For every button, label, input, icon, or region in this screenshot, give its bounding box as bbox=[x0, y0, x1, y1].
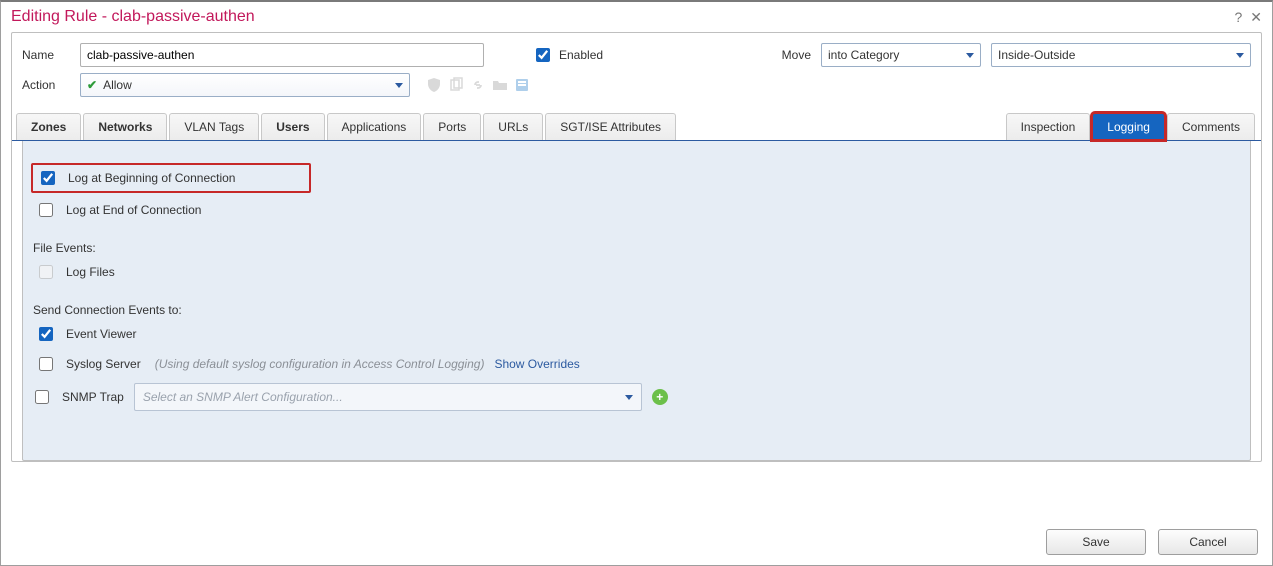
link-icon bbox=[470, 77, 486, 93]
show-overrides-link[interactable]: Show Overrides bbox=[494, 357, 579, 371]
tab-comments[interactable]: Comments bbox=[1167, 113, 1255, 140]
move-label: Move bbox=[782, 48, 811, 62]
close-icon[interactable]: ✕ bbox=[1250, 9, 1262, 26]
tab-urls[interactable]: URLs bbox=[483, 113, 543, 140]
cancel-button[interactable]: Cancel bbox=[1158, 529, 1258, 555]
tab-sgt-ise-attributes[interactable]: SGT/ISE Attributes bbox=[545, 113, 676, 140]
chevron-down-icon bbox=[966, 53, 974, 58]
log-files-row: Log Files bbox=[31, 259, 1242, 285]
chevron-down-icon bbox=[395, 83, 403, 88]
log-end-label: Log at End of Connection bbox=[66, 203, 201, 217]
move-position-value: Inside-Outside bbox=[998, 48, 1075, 62]
tab-applications[interactable]: Applications bbox=[327, 113, 422, 140]
add-snmp-icon[interactable]: + bbox=[652, 389, 668, 405]
form-area: Name Enabled Move into Category Inside-O… bbox=[11, 32, 1262, 462]
event-viewer-row: Event Viewer bbox=[31, 321, 1242, 347]
tab-logging[interactable]: Logging bbox=[1092, 113, 1165, 140]
snmp-checkbox[interactable] bbox=[35, 390, 49, 404]
tab-vlan-tags[interactable]: VLAN Tags bbox=[169, 113, 259, 140]
log-begin-label: Log at Beginning of Connection bbox=[68, 171, 235, 185]
log-files-label: Log Files bbox=[66, 265, 115, 279]
tabs: ZonesNetworksVLAN TagsUsersApplicationsP… bbox=[12, 113, 1261, 141]
action-tool-icons bbox=[426, 77, 530, 93]
tab-networks[interactable]: Networks bbox=[83, 113, 167, 140]
chevron-down-icon bbox=[1236, 53, 1244, 58]
chevron-down-icon bbox=[625, 395, 633, 400]
footer: Save Cancel bbox=[1046, 529, 1258, 555]
event-viewer-label: Event Viewer bbox=[66, 327, 136, 341]
send-events-header: Send Connection Events to: bbox=[33, 303, 1242, 317]
snmp-row: SNMP Trap Select an SNMP Alert Configura… bbox=[31, 383, 1242, 411]
log-begin-checkbox[interactable] bbox=[41, 171, 55, 185]
tab-inspection[interactable]: Inspection bbox=[1006, 113, 1091, 140]
log-files-checkbox bbox=[39, 265, 53, 279]
log-end-row: Log at End of Connection bbox=[31, 197, 1242, 223]
help-icon[interactable]: ? bbox=[1234, 9, 1242, 25]
move-category-select[interactable]: into Category bbox=[821, 43, 981, 67]
syslog-note: (Using default syslog configuration in A… bbox=[155, 357, 485, 371]
copy-icon bbox=[448, 77, 464, 93]
save-button[interactable]: Save bbox=[1046, 529, 1146, 555]
action-value: Allow bbox=[103, 78, 132, 92]
dialog-title: Editing Rule - clab-passive-authen bbox=[11, 8, 255, 26]
enabled-label: Enabled bbox=[559, 48, 603, 62]
tab-users[interactable]: Users bbox=[261, 113, 324, 140]
snmp-placeholder: Select an SNMP Alert Configuration... bbox=[143, 390, 343, 404]
file-events-header: File Events: bbox=[33, 241, 1242, 255]
syslog-checkbox[interactable] bbox=[39, 357, 53, 371]
log-begin-row: Log at Beginning of Connection bbox=[31, 163, 311, 193]
syslog-row: Syslog Server (Using default syslog conf… bbox=[31, 351, 1242, 377]
tab-ports[interactable]: Ports bbox=[423, 113, 481, 140]
action-label: Action bbox=[22, 78, 72, 92]
title-bar: Editing Rule - clab-passive-authen ? ✕ bbox=[1, 2, 1272, 30]
snmp-select[interactable]: Select an SNMP Alert Configuration... bbox=[134, 383, 642, 411]
log-end-checkbox[interactable] bbox=[39, 203, 53, 217]
allow-check-icon: ✔ bbox=[87, 78, 97, 92]
event-viewer-checkbox[interactable] bbox=[39, 327, 53, 341]
move-category-value: into Category bbox=[828, 48, 899, 62]
logging-panel: Log at Beginning of Connection Log at En… bbox=[22, 141, 1251, 461]
dialog: Editing Rule - clab-passive-authen ? ✕ N… bbox=[0, 0, 1273, 566]
name-label: Name bbox=[22, 48, 72, 62]
name-input[interactable] bbox=[80, 43, 484, 67]
syslog-label: Syslog Server bbox=[66, 357, 141, 371]
action-select[interactable]: ✔ Allow bbox=[80, 73, 410, 97]
tab-zones[interactable]: Zones bbox=[16, 113, 81, 140]
snmp-label: SNMP Trap bbox=[62, 390, 124, 404]
folder-icon bbox=[492, 77, 508, 93]
enabled-checkbox[interactable] bbox=[536, 48, 550, 62]
move-position-select[interactable]: Inside-Outside bbox=[991, 43, 1251, 67]
note-icon[interactable] bbox=[514, 77, 530, 93]
shield-icon bbox=[426, 77, 442, 93]
